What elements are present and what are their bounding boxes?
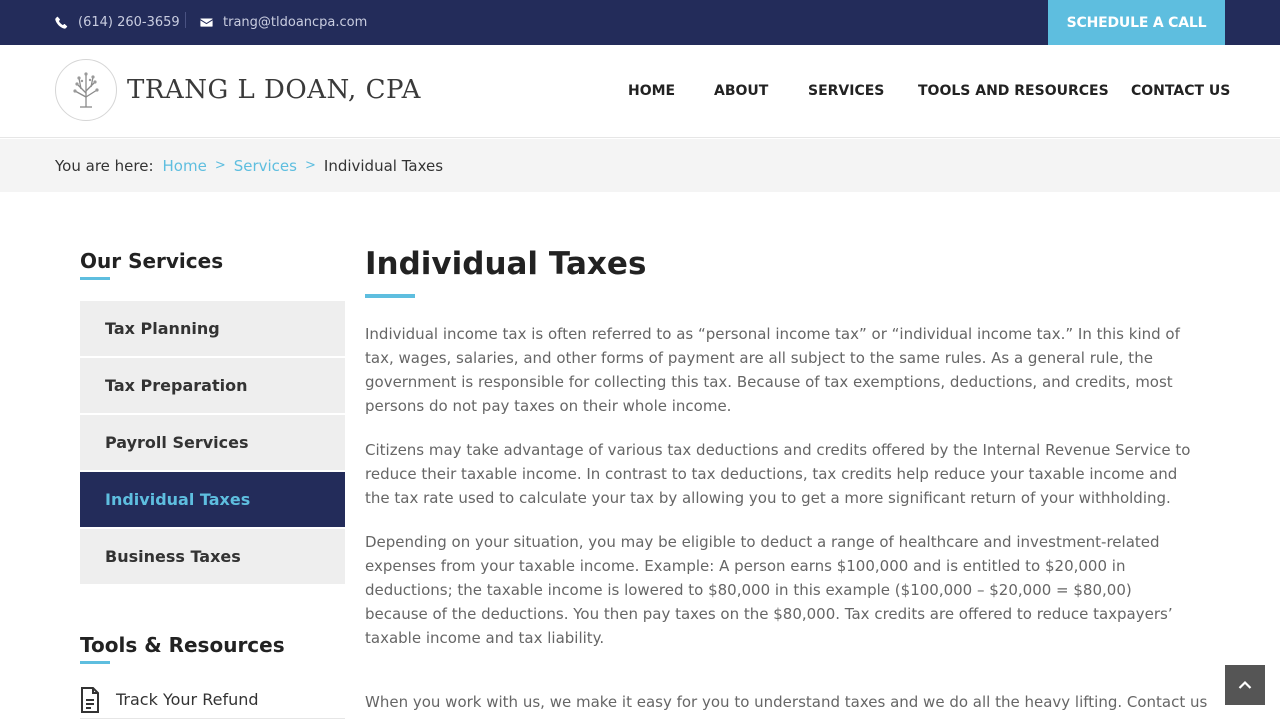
sidebar-item-payroll-services[interactable]: Payroll Services [80,415,345,470]
tools-heading: Tools & Resources [80,633,285,657]
chevron-up-icon [1238,680,1252,689]
site-header: TRANG L DOAN, CPA HOME ABOUT SERVICES TO… [0,45,1280,138]
page-title: Individual Taxes [365,246,647,282]
services-heading-underline [80,277,110,280]
tool-track-your-refund[interactable]: Track Your Refund [80,681,345,719]
breadcrumb-home-link[interactable]: Home [163,157,207,175]
sidebar-item-individual-taxes[interactable]: Individual Taxes [80,472,345,527]
document-icon [80,686,100,713]
breadcrumb-separator: > [304,158,316,173]
envelope-icon [200,16,214,30]
phone-number[interactable]: (614) 260-3659 [78,15,180,30]
sidebar-item-tax-preparation[interactable]: Tax Preparation [80,358,345,413]
paragraph-3: Depending on your situation, you may be … [365,533,1173,647]
services-heading: Our Services [80,249,224,273]
topbar-divider [185,12,186,28]
nav-services[interactable]: SERVICES [808,83,884,99]
email-contact[interactable]: trang@tldoancpa.com [200,0,367,45]
nav-tools-and-resources[interactable]: TOOLS AND RESOURCES [918,83,1109,99]
top-bar: (614) 260-3659 trang@tldoancpa.com SCHED… [0,0,1280,45]
sidebar-item-business-taxes[interactable]: Business Taxes [80,529,345,584]
breadcrumb-separator: > [214,158,226,173]
email-address[interactable]: trang@tldoancpa.com [223,15,367,30]
tool-label[interactable]: Track Your Refund [116,690,259,709]
breadcrumb: You are here: Home > Services > Individu… [0,139,1280,192]
title-underline [365,294,415,298]
nav-home[interactable]: HOME [628,83,675,99]
nav-about[interactable]: ABOUT [714,83,768,99]
breadcrumb-prefix: You are here: [55,156,154,175]
paragraph-2: Citizens may take advantage of various t… [365,441,1191,507]
scroll-to-top-button[interactable] [1225,665,1265,705]
breadcrumb-services-link[interactable]: Services [234,157,297,175]
nav-contact-us[interactable]: CONTACT US [1131,83,1230,99]
sidebar-item-tax-planning[interactable]: Tax Planning [80,301,345,356]
phone-icon [55,16,69,30]
paragraph-4: When you work with us, we make it easy f… [365,693,1208,711]
breadcrumb-current: Individual Taxes [323,156,444,175]
tools-heading-underline [80,661,110,664]
main-nav: HOME ABOUT SERVICES TOOLS AND RESOURCES … [0,45,1280,137]
schedule-call-button[interactable]: SCHEDULE A CALL [1048,0,1225,45]
phone-contact[interactable]: (614) 260-3659 [55,0,180,45]
paragraph-1: Individual income tax is often referred … [365,325,1180,415]
